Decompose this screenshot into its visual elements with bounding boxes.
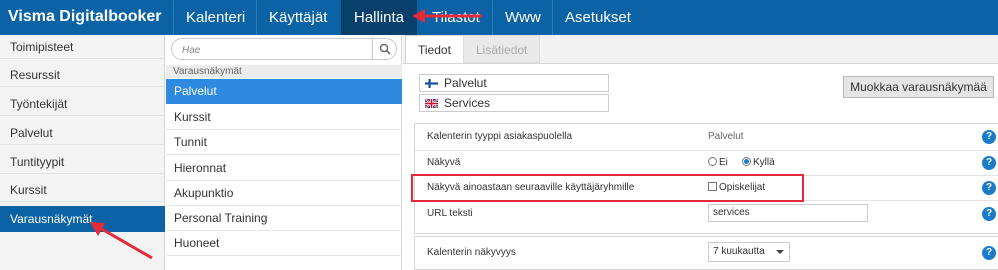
- tab-lisatiedot[interactable]: Lisätiedot: [463, 35, 541, 63]
- settings-table: Kalenterin tyyppi asiakaspuolella Palvel…: [414, 123, 998, 234]
- admin-sidebar: Toimipisteet Resurssit Työntekijät Palve…: [0, 35, 165, 270]
- name-value-finnish: Palvelut: [444, 76, 487, 90]
- list-item-tunnit[interactable]: Tunnit: [166, 130, 402, 155]
- list-item-hieronnat[interactable]: Hieronnat: [166, 156, 402, 181]
- search-input[interactable]: [182, 42, 367, 58]
- sidebar-item-palvelut[interactable]: Palvelut: [0, 121, 165, 145]
- finland-flag-icon: [425, 79, 438, 88]
- row-divider: [415, 150, 998, 151]
- help-icon[interactable]: ?: [982, 156, 996, 170]
- list-item-huoneet[interactable]: Huoneet: [166, 231, 402, 256]
- help-icon[interactable]: ?: [982, 181, 996, 195]
- list-group-header: Varausnäkymät: [166, 65, 402, 78]
- booking-view-list: Varausnäkymät Palvelut Kurssit Tunnit Hi…: [166, 35, 402, 270]
- nav-kayttajat[interactable]: Käyttäjät: [256, 0, 340, 35]
- visible-label: Näkyvä: [427, 157, 461, 168]
- row-divider: [415, 200, 998, 201]
- radio-yes[interactable]: [742, 157, 751, 166]
- top-nav-bar: Visma Digitalbooker Kalenteri Käyttäjät …: [0, 0, 998, 35]
- name-value-english: Services: [444, 96, 491, 110]
- calendar-visibility-row: Kalenterin näkyvyys 7 kuukautta ?: [414, 236, 998, 270]
- user-group-option[interactable]: Opiskelijat: [708, 182, 765, 193]
- edit-booking-view-button[interactable]: Muokkaa varausnäkymää: [843, 76, 994, 98]
- calendar-visibility-label: Kalenterin näkyvyys: [427, 247, 516, 258]
- visible-option-yes-label: Kyllä: [753, 157, 775, 168]
- calendar-type-label: Kalenterin tyyppi asiakaspuolella: [427, 131, 573, 142]
- calendar-type-value: Palvelut: [708, 131, 744, 142]
- app-brand[interactable]: Visma Digitalbooker: [8, 8, 162, 26]
- list-item-akupunktio[interactable]: Akupunktio: [166, 181, 402, 206]
- search-icon: [379, 43, 391, 55]
- calendar-visibility-select[interactable]: 7 kuukautta: [708, 242, 790, 262]
- list-item-palvelut[interactable]: Palvelut: [166, 79, 402, 104]
- radio-no[interactable]: [708, 157, 717, 166]
- sidebar-item-resurssit[interactable]: Resurssit: [0, 63, 165, 87]
- sidebar-item-varausnakymat[interactable]: Varausnäkymät: [0, 206, 165, 232]
- help-icon[interactable]: ?: [982, 246, 996, 260]
- tab-tiedot[interactable]: Tiedot: [405, 35, 464, 63]
- search-box: [171, 38, 397, 60]
- help-icon[interactable]: ?: [982, 130, 996, 144]
- visible-option-yes[interactable]: Kyllä: [742, 157, 775, 168]
- sidebar-item-tuntityypit[interactable]: Tuntityypit: [0, 150, 165, 174]
- sidebar-item-toimipisteet[interactable]: Toimipisteet: [0, 35, 165, 59]
- nav-hallinta[interactable]: Hallinta: [341, 0, 418, 35]
- detail-pane: Tiedot Lisätiedot Palvelut Services Muok…: [403, 35, 998, 270]
- url-text-input[interactable]: services: [708, 204, 868, 222]
- sidebar-item-kurssit[interactable]: Kurssit: [0, 178, 165, 202]
- row-divider: [415, 175, 998, 176]
- help-icon[interactable]: ?: [982, 207, 996, 221]
- sidebar-item-tyontekijat[interactable]: Työntekijät: [0, 92, 165, 116]
- chevron-down-icon: [776, 250, 784, 254]
- list-item-kurssit[interactable]: Kurssit: [166, 105, 402, 130]
- name-field-finnish[interactable]: Palvelut: [419, 74, 609, 92]
- nav-tilastot[interactable]: Tilastot: [419, 0, 493, 35]
- calendar-visibility-value: 7 kuukautta: [713, 246, 765, 257]
- user-group-option-label: Opiskelijat: [719, 182, 766, 193]
- nav-kalenteri[interactable]: Kalenteri: [173, 0, 258, 35]
- user-groups-label: Näkyvä ainoastaan seuraaville käyttäjäry…: [427, 182, 635, 193]
- search-button[interactable]: [372, 39, 396, 59]
- visible-option-no[interactable]: Ei: [708, 157, 728, 168]
- visible-option-no-label: Ei: [719, 157, 728, 168]
- name-field-english[interactable]: Services: [419, 94, 609, 112]
- url-text-label: URL teksti: [427, 208, 473, 219]
- uk-flag-icon: [425, 99, 438, 108]
- user-group-checkbox[interactable]: [708, 182, 717, 191]
- list-item-personal-training[interactable]: Personal Training: [166, 206, 402, 231]
- nav-asetukset[interactable]: Asetukset: [552, 0, 644, 35]
- nav-www[interactable]: Www: [492, 0, 554, 35]
